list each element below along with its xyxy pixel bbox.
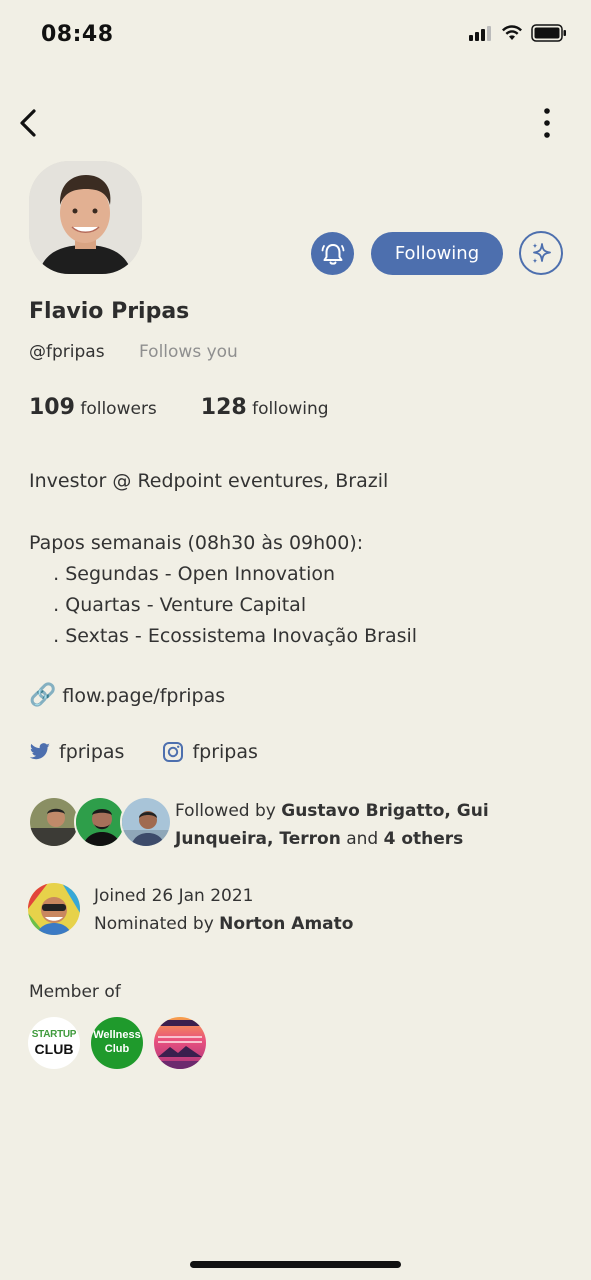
club-logo-line2: CLUB — [34, 1041, 74, 1057]
followed-by-avatars[interactable] — [28, 796, 173, 848]
club-wellness-club[interactable]: Wellness Club — [91, 1017, 143, 1069]
bell-icon — [321, 243, 344, 265]
profile-photo — [29, 161, 142, 274]
profile-handle: @fpripas — [29, 342, 105, 362]
nominator-avatar[interactable] — [28, 883, 80, 935]
nominated-prefix: Nominated by — [94, 914, 220, 934]
followed-by-text[interactable]: Followed by Gustavo Brigatto, Gui Junque… — [175, 797, 535, 853]
back-icon — [20, 109, 36, 137]
sunset-logo — [154, 1017, 206, 1069]
followers-link[interactable]: 109 followers — [29, 395, 157, 420]
link-icon: 🔗 — [29, 683, 57, 708]
more-button[interactable] — [541, 106, 553, 140]
sparkle-button[interactable] — [519, 231, 563, 275]
follower-avatar — [74, 796, 126, 848]
joined-date: Joined 26 Jan 2021 — [94, 886, 254, 906]
status-icons — [469, 24, 567, 42]
followed-by-and: and — [340, 829, 384, 849]
instagram-handle: fpripas — [192, 741, 258, 763]
club-list: STARTUP CLUB Wellness Club — [28, 1017, 206, 1069]
twitter-handle: fpripas — [59, 741, 125, 763]
sparkle-icon — [532, 243, 551, 264]
club-logo-line1: STARTUP — [31, 1029, 77, 1040]
follow-stats: 109 followers 128 following — [29, 395, 329, 420]
instagram-icon — [163, 742, 184, 762]
followers-label: followers — [80, 399, 157, 419]
back-button[interactable] — [14, 106, 44, 140]
wifi-icon — [502, 25, 522, 40]
club-sunset[interactable] — [154, 1017, 206, 1069]
instagram-link[interactable]: fpripas — [162, 741, 258, 763]
notification-bell-button[interactable] — [311, 232, 354, 275]
club-logo-line2: Club — [104, 1043, 130, 1055]
social-links: fpripas fpripas — [29, 741, 296, 763]
member-of-label: Member of — [29, 982, 121, 1002]
followed-by-others: 4 others — [383, 829, 464, 849]
signal-icon — [469, 26, 491, 41]
profile-name: Flavio Pripas — [29, 299, 190, 324]
status-time: 08:48 — [41, 22, 114, 47]
profile-avatar[interactable] — [29, 161, 142, 274]
following-label: following — [252, 399, 329, 419]
joined-info: Joined 26 Jan 2021 Nominated by Norton A… — [94, 882, 353, 938]
nominator-name: Norton Amato — [219, 914, 354, 934]
followed-by-prefix: Followed by — [175, 801, 282, 821]
twitter-icon — [29, 743, 50, 760]
profile-link[interactable]: 🔗 flow.page/fpripas — [29, 683, 225, 708]
following-link[interactable]: 128 following — [201, 395, 329, 420]
follows-you-label: Follows you — [139, 342, 238, 362]
followers-count: 109 — [29, 395, 75, 420]
more-icon — [544, 108, 550, 138]
following-button[interactable]: Following — [371, 232, 503, 275]
twitter-link[interactable]: fpripas — [29, 741, 124, 763]
link-text: flow.page/fpripas — [62, 684, 226, 707]
follower-avatar — [28, 796, 80, 848]
club-logo-line1: Wellness — [93, 1029, 141, 1042]
nominated-by[interactable]: Nominated by Norton Amato — [94, 910, 353, 938]
following-count: 128 — [200, 395, 247, 420]
profile-bio: Investor @ Redpoint eventures, Brazil Pa… — [29, 470, 418, 647]
battery-icon — [531, 24, 566, 42]
home-indicator[interactable] — [190, 1261, 401, 1268]
club-startup-club[interactable]: STARTUP CLUB — [28, 1017, 80, 1069]
follower-avatar — [120, 796, 172, 848]
